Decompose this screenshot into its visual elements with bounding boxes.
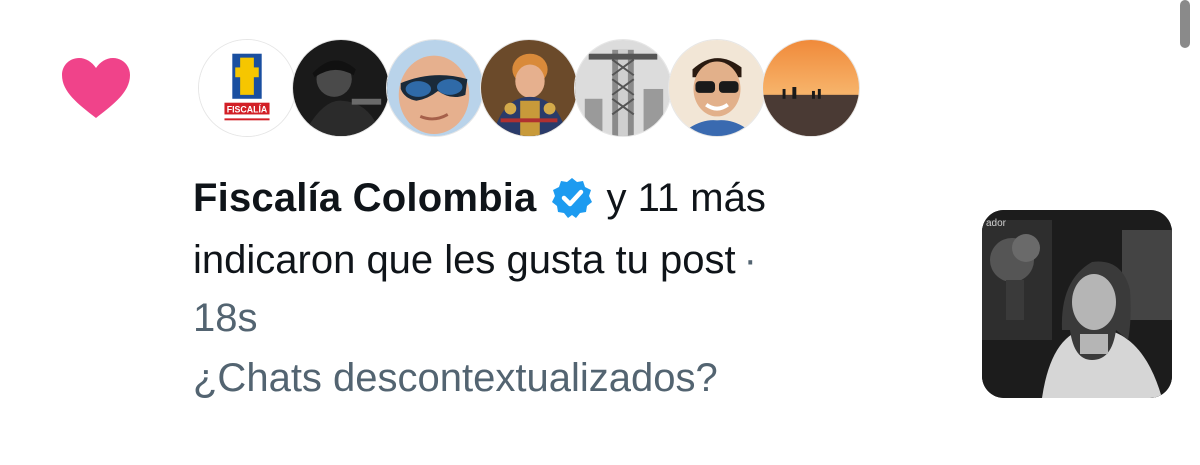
liker-name-link[interactable]: Fiscalía Colombia (193, 176, 537, 221)
post-snippet: ¿Chats descontextualizados? (193, 356, 718, 400)
avatar-sunset-beach[interactable] (762, 39, 860, 137)
more-likers-text: y 11 más (606, 175, 766, 220)
avatar-man-sunglasses[interactable] (386, 39, 484, 137)
fiscalia-logo-text: FISCALÍA (227, 104, 268, 114)
scrollbar-thumb[interactable] (1180, 0, 1190, 48)
thumbnail-caption-fragment: ador (986, 218, 1007, 229)
avatar-general-portrait[interactable] (480, 39, 578, 137)
avatar-fiscalia-logo[interactable]: FISCALÍA (198, 39, 296, 137)
notification-header: Fiscalía Colombia y 11 más (193, 168, 953, 228)
avatar-man-in-cap[interactable] (292, 39, 390, 137)
avatar-young-man-sunglasses[interactable] (668, 39, 766, 137)
notification-action: indicaron que les gusta tu post · (193, 230, 953, 290)
notification-content[interactable]: Fiscalía Colombia y 11 más indicaron que… (193, 168, 953, 408)
action-text: indicaron que les gusta tu post (193, 238, 736, 282)
avatar-tower-crane[interactable] (574, 39, 672, 137)
separator-dot: · (743, 238, 757, 282)
post-thumbnail[interactable]: ador (982, 210, 1172, 398)
heart-icon (60, 56, 132, 120)
notification-time: 18s (193, 296, 258, 340)
verified-badge-icon (551, 177, 593, 219)
